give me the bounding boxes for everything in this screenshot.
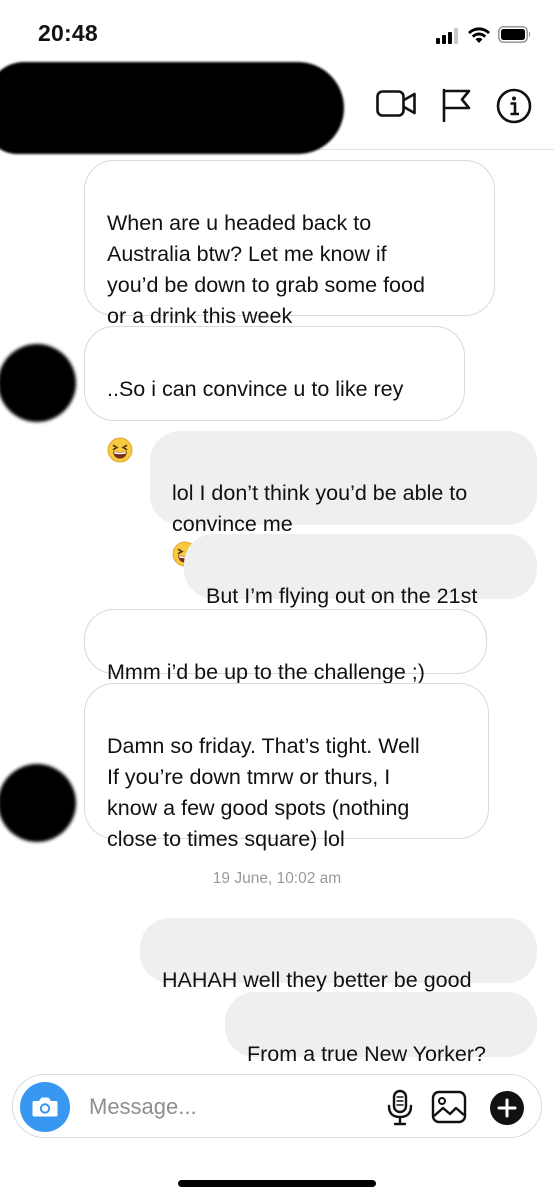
wifi-icon bbox=[468, 27, 490, 43]
message-composer bbox=[12, 1074, 542, 1138]
home-indicator[interactable] bbox=[178, 1180, 376, 1187]
message-bubble-sent[interactable]: From a true New Yorker? bbox=[225, 992, 537, 1066]
message-bubble-received[interactable]: Damn so friday. That’s tight. Well If yo… bbox=[84, 683, 489, 851]
message-text: ..So i can convince u to like rey bbox=[107, 377, 404, 401]
message-bubble-received[interactable]: ..So i can convince u to like rey bbox=[84, 326, 465, 463]
message-text: But I’m flying out on the 21st bbox=[206, 584, 478, 608]
message-text: HAHAH well they better be good bbox=[162, 968, 472, 992]
cellular-signal-icon bbox=[436, 28, 462, 44]
message-bubble-received[interactable]: Mmm i’d be up to the challenge ;) bbox=[84, 609, 487, 684]
message-bubble-received[interactable]: When are u headed back to Australia btw?… bbox=[84, 160, 495, 328]
conversation-header bbox=[0, 60, 554, 154]
message-text: lol I don’t think you’d be able to convi… bbox=[172, 481, 468, 536]
grinning-squinting-face-emoji bbox=[107, 437, 133, 463]
flag-icon[interactable] bbox=[441, 88, 471, 122]
camera-button[interactable] bbox=[20, 1082, 70, 1132]
message-text: Mmm i’d be up to the challenge ;) bbox=[107, 660, 425, 684]
message-bubble-sent[interactable]: But I’m flying out on the 21st bbox=[184, 534, 537, 608]
status-time: 20:48 bbox=[38, 20, 98, 46]
battery-icon bbox=[498, 26, 531, 43]
info-icon[interactable] bbox=[496, 88, 532, 124]
redacted-contact-name bbox=[0, 62, 344, 154]
message-bubble-sent[interactable]: HAHAH well they better be good bbox=[140, 918, 537, 992]
message-thread[interactable]: When are u headed back to Australia btw?… bbox=[0, 150, 554, 1066]
message-input[interactable] bbox=[89, 1091, 359, 1123]
plus-icon[interactable] bbox=[489, 1090, 525, 1126]
status-bar: 20:48 bbox=[0, 0, 554, 60]
redacted-avatar[interactable] bbox=[0, 764, 76, 842]
microphone-icon[interactable] bbox=[385, 1089, 415, 1127]
video-camera-icon[interactable] bbox=[376, 90, 416, 118]
gallery-icon[interactable] bbox=[431, 1090, 467, 1124]
message-text: Damn so friday. That’s tight. Well If yo… bbox=[107, 734, 420, 851]
camera-icon bbox=[32, 1097, 58, 1117]
message-text: From a true New Yorker? bbox=[247, 1042, 486, 1066]
message-text: When are u headed back to Australia btw?… bbox=[107, 211, 425, 328]
message-timestamp: 19 June, 10:02 am bbox=[212, 870, 342, 887]
message-bubble-sent[interactable]: lol I don’t think you’d be able to convi… bbox=[150, 431, 537, 567]
redacted-avatar[interactable] bbox=[0, 344, 76, 422]
